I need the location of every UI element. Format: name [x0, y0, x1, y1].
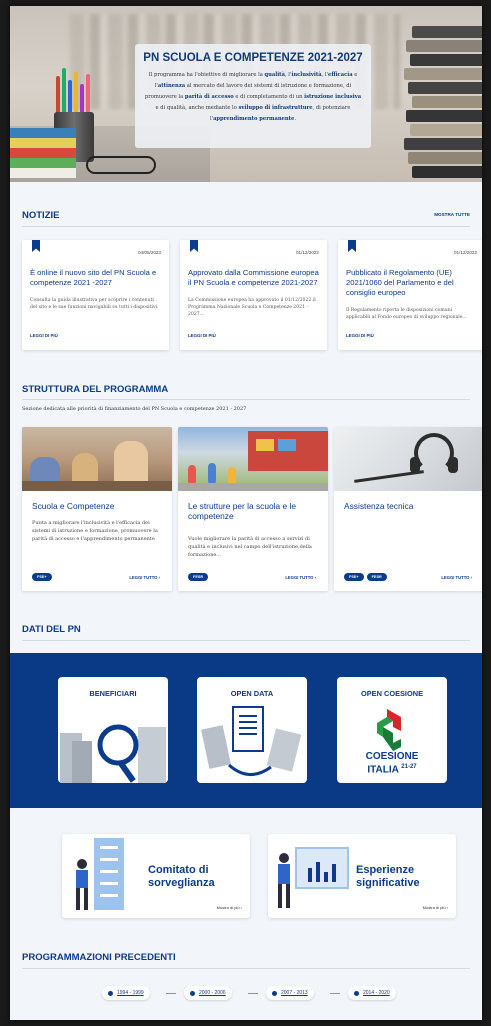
divider — [22, 640, 470, 641]
period-link[interactable]: 1994 - 1999 — [102, 986, 150, 1000]
esperienze-title[interactable]: Esperienze significative — [356, 864, 456, 890]
news-date: 01/12/2022 — [296, 250, 319, 255]
news-card[interactable]: 04/05/2023 È online il nuovo sito del PN… — [22, 240, 169, 350]
fund-tag[interactable]: FESR — [188, 573, 209, 581]
read-more-link[interactable]: LEGGI DI PIÙ — [188, 333, 216, 338]
show-more-link[interactable]: Mostra di più › — [423, 905, 448, 910]
open-coesione-card[interactable]: OPEN COESIONE COESIONE ITALIA 21-27 — [337, 677, 447, 783]
school-building-image — [178, 427, 328, 491]
beneficiari-card[interactable]: BENEFICIARI — [58, 677, 168, 783]
coesione-logo-text: COESIONE ITALIA 21-27 — [365, 751, 419, 776]
read-more-link[interactable]: LEGGI DI PIÙ — [30, 333, 58, 338]
divider — [22, 968, 470, 969]
news-card[interactable]: 01/12/2022 Approvato dalla Commissione e… — [180, 240, 327, 350]
program-card[interactable]: Le strutture per la scuola e le competen… — [178, 427, 328, 591]
program-description: Vuole migliorare la parità di accesso a … — [188, 536, 312, 558]
read-more-link[interactable]: LEGGI DI PIÙ — [346, 333, 374, 338]
show-more-link[interactable]: Mostra di più › — [217, 905, 242, 910]
comitato-title[interactable]: Comitato di sorveglianza — [148, 864, 250, 890]
program-card[interactable]: Assistenza tecnica FSE+ FESR LEGGI TUTTO… — [334, 427, 482, 591]
bookmark-icon — [348, 240, 356, 252]
program-title[interactable]: Le strutture per la scuola e le competen… — [188, 501, 318, 521]
classroom-image — [22, 427, 172, 491]
bookmark-icon — [190, 240, 198, 252]
period-link[interactable]: 2007 - 2013 — [266, 986, 314, 1000]
program-subtitle: Sezione dedicata alle priorità di finanz… — [22, 406, 247, 412]
news-title[interactable]: È online il nuovo sito del PN Scuola e c… — [30, 268, 161, 288]
previous-heading: PROGRAMMAZIONI PRECEDENTI — [22, 952, 176, 963]
read-all-link[interactable]: LEGGI TUTTO › — [441, 575, 472, 580]
hero-title: PN SCUOLA E COMPETENZE 2021-2027 — [143, 52, 363, 64]
comitato-card[interactable]: Comitato di sorveglianza Mostra di più › — [62, 834, 250, 918]
books-stack-image — [392, 6, 482, 182]
checklist-illustration — [76, 838, 124, 910]
magnifier-icon — [60, 724, 166, 783]
hero-description: Il programma ha l'obiettivo di migliorar… — [144, 72, 362, 122]
program-card[interactable]: Scuola e Competenze Punta a migliorare l… — [22, 427, 172, 591]
glasses-image — [86, 156, 156, 174]
news-date: 04/05/2023 — [138, 250, 161, 255]
divider — [22, 399, 470, 400]
program-heading: STRUTTURA DEL PROGRAMMA — [22, 384, 169, 395]
read-all-link[interactable]: LEGGI TUTTO › — [285, 575, 316, 580]
esperienze-card[interactable]: Esperienze significative Mostra di più › — [268, 834, 456, 918]
news-title[interactable]: Pubblicato il Regolamento (UE) 2021/1060… — [346, 268, 477, 298]
page: PN SCUOLA E COMPETENZE 2021-2027 Il prog… — [10, 6, 482, 1020]
fund-tag[interactable]: FESR — [366, 573, 387, 581]
fund-tag[interactable]: FSE+ — [32, 573, 52, 581]
dati-band: BENEFICIARI OPEN DATA OPEN COESIONE COES… — [10, 653, 482, 808]
program-title[interactable]: Assistenza tecnica — [344, 501, 474, 511]
divider — [22, 226, 470, 227]
headset-image — [334, 427, 482, 491]
hero-banner: PN SCUOLA E COMPETENZE 2021-2027 Il prog… — [10, 6, 482, 182]
open-data-card[interactable]: OPEN DATA — [197, 677, 307, 783]
fund-tag[interactable]: FSE+ — [344, 573, 364, 581]
program-title[interactable]: Scuola e Competenze — [32, 501, 162, 511]
hero-intro-box: PN SCUOLA E COMPETENZE 2021-2027 Il prog… — [135, 44, 371, 148]
read-all-link[interactable]: LEGGI TUTTO › — [129, 575, 160, 580]
news-title[interactable]: Approvato dalla Commissione europea il P… — [188, 268, 319, 288]
news-card[interactable]: 01/12/2022 Pubblicato il Regolamento (UE… — [338, 240, 482, 350]
show-all-news-link[interactable]: MOSTRA TUTTE — [434, 212, 470, 217]
news-heading: NOTIZIE — [22, 210, 60, 221]
presentation-illustration — [278, 847, 349, 908]
bookmark-icon — [32, 240, 40, 252]
news-excerpt: Consulta la guida illustrativa per scopr… — [30, 298, 159, 310]
news-excerpt: Il Regolamento riporta le disposizioni c… — [346, 308, 467, 320]
dati-heading: DATI DEL PN — [22, 624, 81, 635]
news-date: 01/12/2022 — [454, 250, 477, 255]
period-link[interactable]: 2014 - 2020 — [348, 986, 396, 1000]
period-link[interactable]: 2000 - 2006 — [184, 986, 232, 1000]
program-description: Punta a migliorare l'inclusività e l'eff… — [32, 520, 158, 542]
documents-icon — [201, 706, 302, 776]
news-excerpt: La Commissione europea ha approvato il 0… — [188, 298, 316, 317]
